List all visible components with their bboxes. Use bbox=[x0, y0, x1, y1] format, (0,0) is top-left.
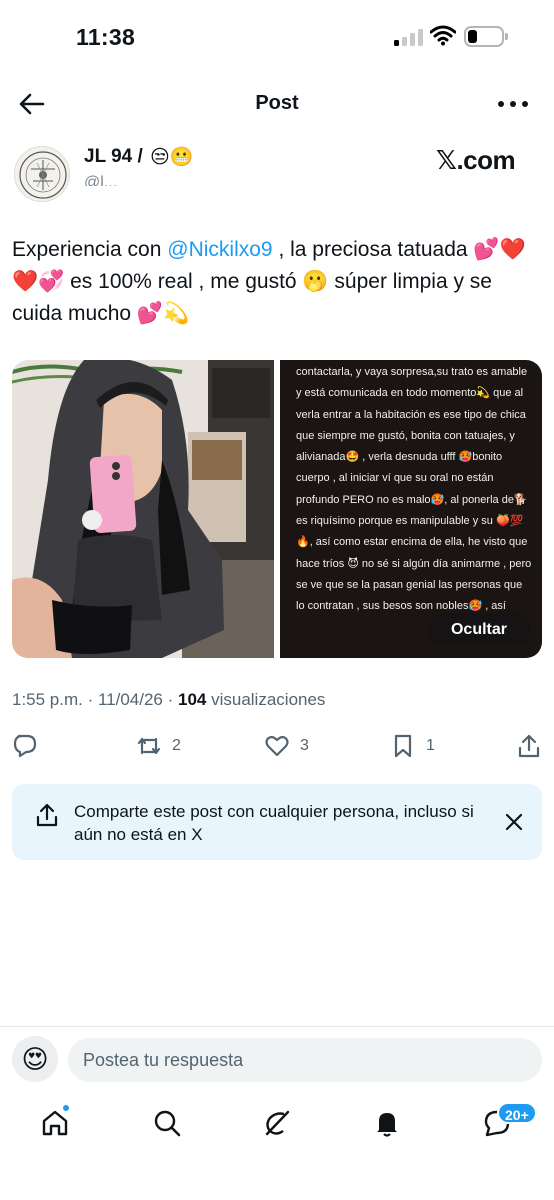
heart-icon bbox=[265, 735, 289, 757]
status-bar: 11:38 bbox=[0, 0, 554, 70]
battery-icon bbox=[464, 26, 508, 47]
bookmark-count: 1 bbox=[426, 737, 435, 754]
bookmark-icon bbox=[394, 734, 412, 758]
share-prompt-card[interactable]: Comparte este post con cualquier persona… bbox=[12, 784, 542, 860]
action-bar: 2 3 1 bbox=[0, 730, 554, 762]
views-label: visualizaciones bbox=[206, 690, 326, 709]
post-header: Post bbox=[0, 80, 554, 130]
share-icon bbox=[518, 734, 540, 758]
x-com-watermark: 𝕏.com bbox=[436, 145, 516, 175]
home-icon bbox=[42, 1110, 68, 1136]
nav-search[interactable] bbox=[152, 1108, 182, 1138]
post-meta: 1:55 p.m. · 11/04/26 · 104 visualizacion… bbox=[12, 690, 325, 710]
page-title: Post bbox=[255, 92, 299, 114]
post-timestamp: 1:55 p.m. · 11/04/26 · bbox=[12, 690, 178, 709]
wifi-icon bbox=[430, 25, 456, 46]
more-options-button[interactable] bbox=[498, 90, 528, 118]
avatar[interactable] bbox=[14, 146, 70, 202]
repost-icon bbox=[137, 737, 161, 755]
share-icon bbox=[36, 803, 58, 827]
notifications-icon bbox=[377, 1113, 397, 1137]
repost-count: 2 bbox=[172, 737, 181, 754]
selfie-photo[interactable] bbox=[12, 360, 274, 658]
tweet-text-start: Experiencia con bbox=[12, 238, 168, 261]
messages-badge: 20+ bbox=[497, 1102, 537, 1124]
nav-notifications[interactable] bbox=[372, 1108, 402, 1138]
home-notification-dot bbox=[62, 1104, 70, 1112]
like-button[interactable]: 3 bbox=[264, 730, 309, 762]
reply-input[interactable]: Postea tu respuesta bbox=[68, 1038, 542, 1082]
views-count[interactable]: 104 bbox=[178, 690, 206, 709]
share-button[interactable] bbox=[516, 730, 542, 762]
mention-link[interactable]: @Nickilxo9 bbox=[167, 238, 272, 261]
search-icon bbox=[154, 1110, 181, 1137]
reply-button[interactable] bbox=[12, 730, 38, 762]
author-name[interactable]: JL 94 / bbox=[84, 146, 143, 172]
tweet-text: Experiencia con @Nickilxo9 , la preciosa… bbox=[12, 234, 542, 330]
author-handle[interactable]: @l... bbox=[84, 174, 117, 186]
nav-grok[interactable] bbox=[262, 1108, 292, 1138]
nav-home[interactable] bbox=[40, 1108, 70, 1138]
close-icon[interactable] bbox=[502, 810, 526, 834]
grok-icon bbox=[265, 1110, 290, 1136]
hide-button[interactable]: Ocultar bbox=[428, 614, 530, 646]
bookmark-button[interactable]: 1 bbox=[390, 730, 435, 762]
repost-button[interactable]: 2 bbox=[136, 730, 181, 762]
divider bbox=[0, 1026, 554, 1027]
author-name-emoji: 😒😬 bbox=[150, 147, 194, 168]
reply-icon bbox=[13, 734, 37, 758]
status-time: 11:38 bbox=[76, 24, 136, 50]
notes-text: contactarla, y vaya sorpresa,su trato es… bbox=[296, 366, 532, 613]
like-count: 3 bbox=[300, 737, 309, 754]
reply-avatar[interactable]: 😍 bbox=[12, 1036, 58, 1082]
signal-icon bbox=[394, 28, 424, 46]
share-prompt-text: Comparte este post con cualquier persona… bbox=[74, 802, 474, 844]
